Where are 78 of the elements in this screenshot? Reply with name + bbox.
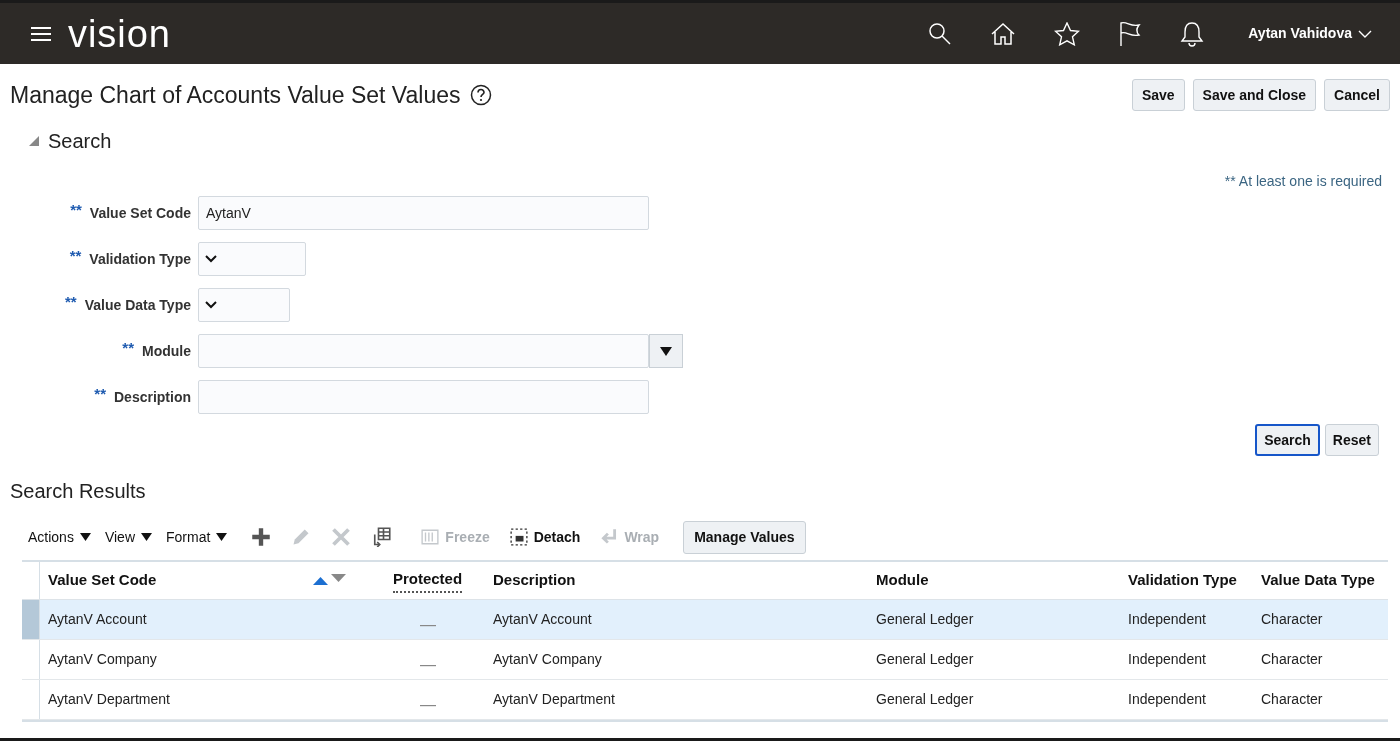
toolbar-button[interactable]: Save and Close (1192, 79, 1317, 111)
select-field[interactable] (198, 288, 290, 322)
field-label: Validation Type (89, 249, 191, 269)
table-cell-text: Character (1261, 650, 1323, 669)
column-header[interactable]: Module (876, 569, 929, 592)
dropdown-button[interactable] (649, 334, 683, 368)
combo-field[interactable] (198, 334, 649, 368)
required-marker: ** (70, 199, 82, 220)
table-cell-text: AytanV Department (48, 690, 170, 709)
table-cell-text: Independent (1128, 610, 1206, 629)
flag-icon[interactable] (1118, 20, 1143, 47)
menu-button[interactable]: Format (166, 526, 228, 548)
star-icon[interactable] (1054, 21, 1081, 46)
toolbar-button[interactable]: Detach (509, 526, 581, 548)
input-field[interactable] (198, 380, 649, 414)
toolbar-button[interactable]: Save (1131, 79, 1185, 111)
select-field[interactable] (198, 242, 306, 276)
table-export-icon[interactable] (371, 527, 392, 547)
table-row[interactable]: AytanV Department AytanV Department General Ledger Independent Character (22, 680, 1388, 720)
manage-values-button[interactable]: Manage Values (683, 520, 806, 554)
table-cell-text: AytanV Company (493, 650, 602, 669)
section-heading[interactable]: Search (48, 126, 112, 156)
menu-icon[interactable] (30, 25, 52, 42)
required-marker: ** (94, 383, 106, 404)
table-cell-text: General Ledger (876, 610, 974, 629)
table-cell-text: AytanV Account (48, 610, 147, 629)
user-menu[interactable]: Aytan Vahidova (1248, 23, 1372, 44)
table-cell-text: Independent (1128, 650, 1206, 669)
table-cell-text: Character (1261, 610, 1323, 629)
table-row[interactable]: AytanV Company AytanV Company General Ledger Independent Character (22, 640, 1388, 680)
chevron-down-icon (205, 301, 217, 309)
dashed-box-icon (509, 528, 528, 546)
home-icon[interactable] (990, 21, 1017, 46)
help-icon[interactable] (470, 84, 493, 106)
field-label: Module (142, 341, 191, 361)
search-button[interactable]: Search (1255, 424, 1320, 456)
sort-ascending-icon[interactable] (313, 576, 328, 585)
caret-down-icon (660, 346, 672, 356)
page-title: Manage Chart of Accounts Value Set Values (10, 80, 461, 110)
field-label: Value Data Type (84, 295, 191, 315)
menu-button[interactable]: Actions (28, 526, 91, 548)
plus-icon[interactable] (251, 527, 272, 547)
logo[interactable]: vision (68, 14, 171, 53)
search-button[interactable]: Reset (1324, 424, 1379, 456)
table-cell-text: Independent (1128, 690, 1206, 709)
table-cell-text: General Ledger (876, 690, 974, 709)
bell-icon[interactable] (1180, 20, 1205, 47)
table-cell-text: AytanV Company (48, 650, 157, 669)
sort-descending-icon[interactable] (331, 573, 346, 582)
required-marker: ** (122, 337, 134, 358)
section-heading: Search Results (10, 479, 147, 504)
table-cell-text: AytanV Account (493, 610, 592, 629)
table-cell-text: AytanV Department (493, 690, 615, 709)
caret-down-icon (216, 533, 228, 541)
return-arrow-icon (600, 528, 619, 546)
table-row[interactable]: AytanV Account AytanV Account General Ledger Independent Character (22, 600, 1388, 640)
input-field[interactable]: AytanV (198, 196, 649, 230)
column-header[interactable]: Value Data Type (1261, 569, 1375, 592)
caret-down-icon (79, 533, 91, 541)
column-header[interactable]: Description (493, 569, 576, 592)
column-header[interactable]: Protected (392, 568, 463, 593)
required-note: ** At least one is required (1224, 172, 1382, 191)
required-marker: ** (64, 291, 77, 312)
field-label: Description (114, 387, 191, 407)
required-marker: ** (69, 245, 82, 266)
toolbar-button[interactable]: Cancel (1324, 79, 1390, 111)
table-cell-text: Character (1261, 690, 1323, 709)
chevron-down-icon (1358, 29, 1372, 38)
search-icon[interactable] (928, 21, 953, 46)
column-header[interactable]: Validation Type (1128, 569, 1237, 592)
menu-button[interactable]: View (104, 526, 152, 548)
chevron-down-icon (205, 255, 217, 263)
columns-icon (421, 528, 440, 546)
caret-down-icon (141, 533, 152, 541)
collapse-icon[interactable] (28, 135, 40, 147)
column-header[interactable]: Value Set Code (48, 569, 157, 592)
field-label: Value Set Code (89, 203, 191, 223)
table-cell-text: General Ledger (876, 650, 974, 669)
